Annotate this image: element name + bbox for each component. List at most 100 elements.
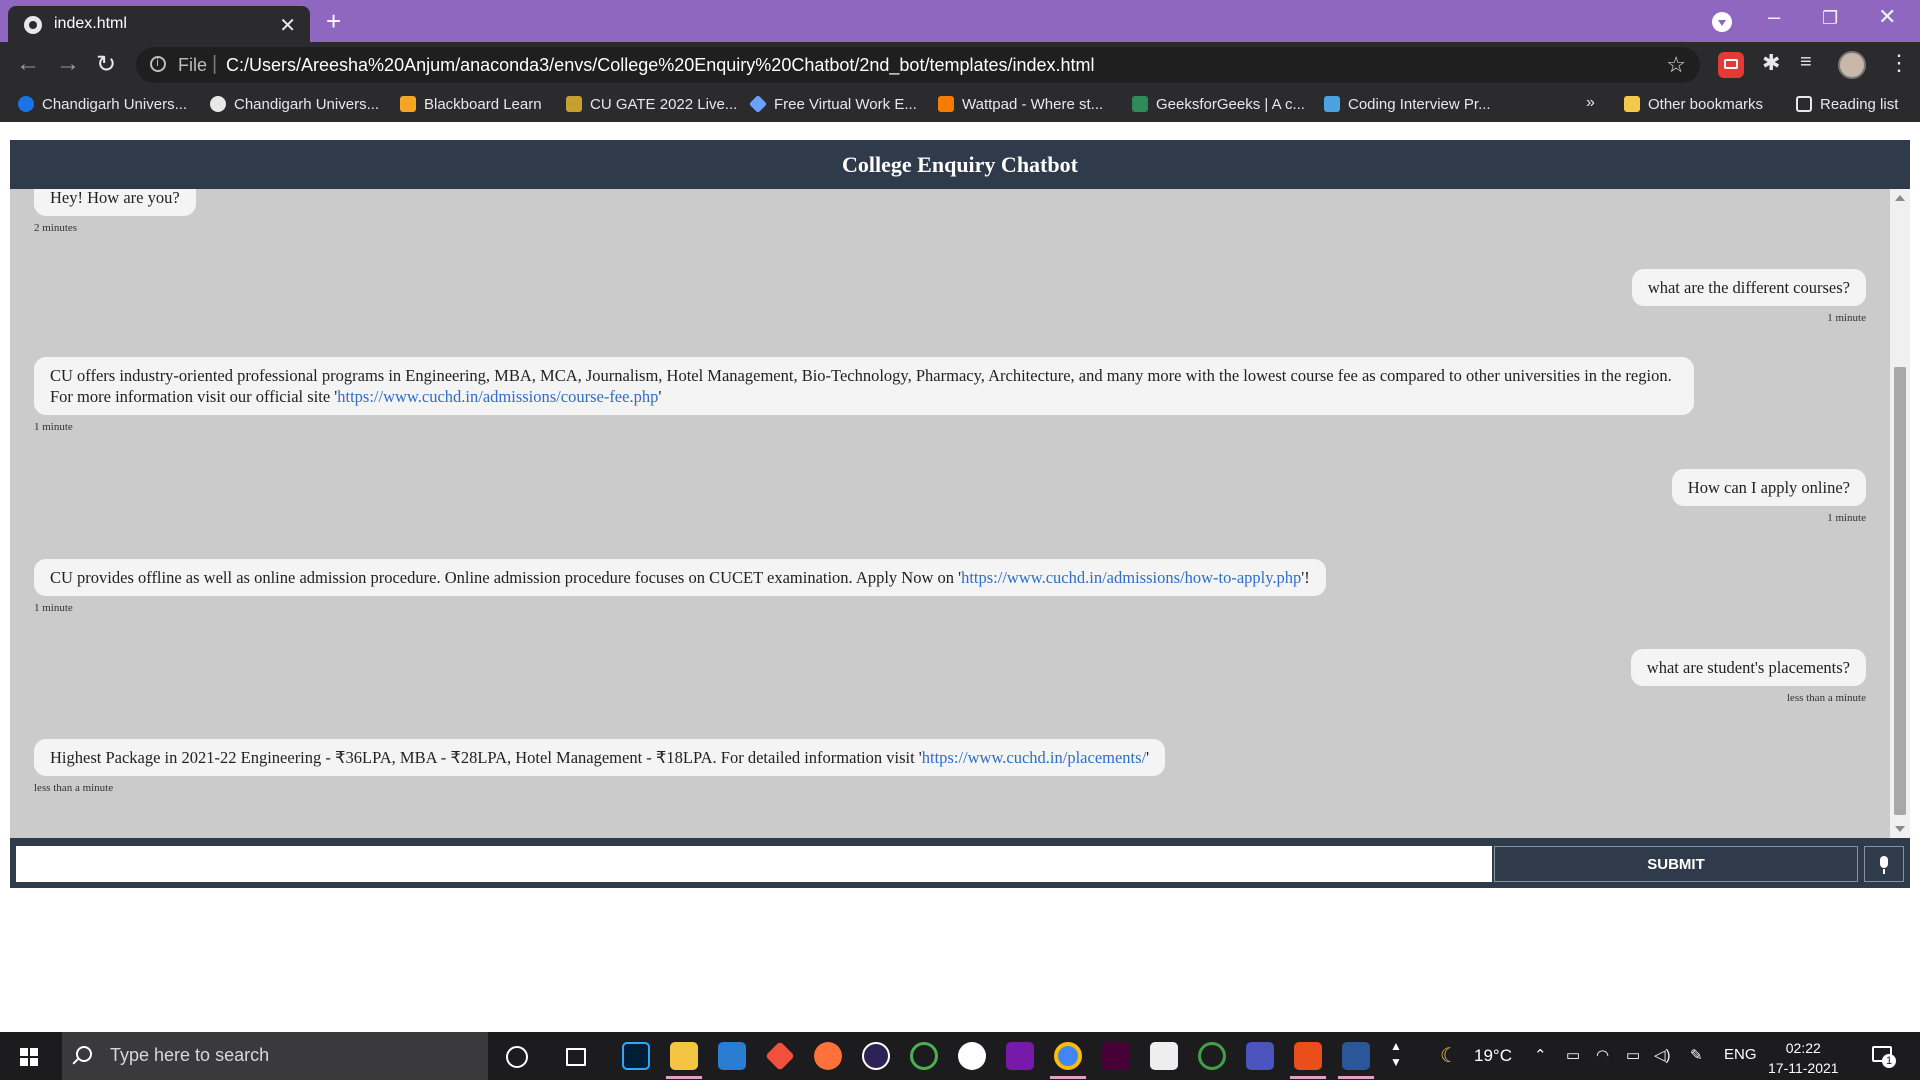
chrome-icon[interactable] — [1054, 1042, 1082, 1070]
minimize-icon[interactable]: – — [1768, 4, 1780, 30]
message-input[interactable] — [16, 846, 1492, 882]
microphone-button[interactable] — [1864, 846, 1904, 882]
tab-title: index.html — [54, 15, 127, 32]
word-icon[interactable] — [1342, 1042, 1370, 1070]
weather-temperature[interactable]: 19°C — [1474, 1046, 1512, 1066]
user-message: what are the different courses? 1 minute — [1631, 269, 1866, 324]
photoshop-icon[interactable] — [622, 1042, 650, 1070]
bookmark-item[interactable]: GeeksforGeeks | A c... — [1132, 96, 1305, 113]
bookmark-item[interactable]: Chandigarh Univers... — [210, 96, 379, 113]
message-bubble: Hey! How are you? — [34, 189, 196, 216]
browser-menu-icon[interactable]: ⋮ — [1888, 50, 1910, 76]
placements-link[interactable]: https://www.cuchd.in/placements/ — [922, 748, 1146, 767]
reading-list-icon — [1796, 96, 1812, 112]
active-indicator — [1338, 1076, 1374, 1079]
task-view-icon[interactable] — [566, 1048, 586, 1066]
globe-icon — [210, 96, 226, 112]
scroll-thumb[interactable] — [1894, 367, 1906, 815]
onenote-icon[interactable] — [1006, 1042, 1034, 1070]
adobe-xd-icon[interactable] — [1102, 1042, 1130, 1070]
file-explorer-icon[interactable] — [670, 1042, 698, 1070]
bot-message: CU provides offline as well as online ad… — [34, 559, 1326, 614]
message-bubble: CU offers industry-oriented professional… — [34, 357, 1694, 415]
chat-scrollbar[interactable] — [1890, 189, 1910, 838]
bot-message: Highest Package in 2021-22 Engineering -… — [34, 739, 1166, 794]
reload-icon[interactable]: ↻ — [96, 50, 116, 79]
wifi-icon[interactable]: ◠ — [1596, 1046, 1609, 1064]
message-time: 2 minutes — [34, 222, 78, 234]
firefox-icon[interactable] — [814, 1042, 842, 1070]
app-w-icon[interactable] — [958, 1042, 986, 1070]
bookmark-item[interactable]: Wattpad - Where st... — [938, 96, 1103, 113]
scroll-up-icon[interactable] — [1895, 195, 1905, 201]
mail-icon[interactable] — [718, 1042, 746, 1070]
close-window-icon[interactable]: ✕ — [1878, 4, 1896, 30]
submit-button[interactable]: SUBMIT — [1494, 846, 1858, 882]
restore-icon[interactable]: ❐ — [1822, 8, 1838, 29]
language-indicator[interactable]: ENG — [1724, 1046, 1757, 1063]
diamond-icon — [748, 94, 768, 114]
teams-icon[interactable] — [1246, 1042, 1274, 1070]
microphone-icon — [1880, 856, 1888, 874]
visual-studio-icon[interactable] — [1150, 1042, 1178, 1070]
other-bookmarks[interactable]: Other bookmarks — [1624, 96, 1763, 113]
app-ec-icon[interactable] — [1294, 1042, 1322, 1070]
active-indicator — [1050, 1076, 1086, 1079]
clock-time: 02:22 — [1785, 1040, 1821, 1056]
new-tab-icon[interactable]: + — [326, 6, 341, 37]
url-scheme: File — [178, 55, 208, 75]
notification-count: 1 — [1882, 1054, 1896, 1068]
taskbar-search[interactable]: Type here to search — [62, 1032, 488, 1080]
weather-moon-icon[interactable]: ☾ — [1440, 1043, 1458, 1068]
scroll-down-icon[interactable] — [1895, 826, 1905, 832]
volume-icon[interactable]: ◁) — [1654, 1046, 1671, 1064]
message-time: less than a minute — [1786, 692, 1866, 704]
bookmark-star-icon[interactable]: ☆ — [1666, 52, 1686, 78]
git-icon[interactable] — [765, 1041, 795, 1071]
media-queue-icon[interactable]: ≡ — [1800, 51, 1826, 77]
cortana-icon[interactable] — [506, 1046, 528, 1068]
taskbar-clock[interactable]: 02:22 17-11-2021 — [1768, 1038, 1839, 1078]
browser-tab-strip: index.html ✕ + – ❐ ✕ — [0, 0, 1920, 42]
chandigarh-c-icon — [18, 96, 34, 112]
more-bookmarks-icon[interactable]: » — [1586, 94, 1595, 112]
search-placeholder: Type here to search — [110, 1045, 270, 1065]
bookmark-item[interactable]: Coding Interview Pr... — [1324, 96, 1491, 113]
windows-start-icon[interactable] — [20, 1048, 38, 1066]
browser-toolbar: ← → ↻ File | C:/Users/Areesha%20Anjum/an… — [0, 42, 1920, 88]
bookmark-item[interactable]: Blackboard Learn — [400, 96, 542, 113]
windows-taskbar: Type here to search ▲ ▼ ☾ 19°C ⌃ ▭ ◠ ▭ ◁)… — [0, 1032, 1920, 1080]
tab-search-icon[interactable] — [1712, 12, 1732, 32]
bookmark-item[interactable]: CU GATE 2022 Live... — [566, 96, 737, 113]
taskbar-scroll-arrows-icon[interactable]: ▲ ▼ — [1390, 1038, 1402, 1070]
browser-tab[interactable]: index.html ✕ — [8, 6, 310, 42]
message-time: 1 minute — [1827, 512, 1866, 524]
address-bar[interactable]: File | C:/Users/Areesha%20Anjum/anaconda… — [136, 47, 1700, 83]
app-ring-icon[interactable] — [910, 1042, 938, 1070]
message-bubble: what are student's placements? — [1630, 649, 1866, 686]
eclipse-icon[interactable] — [862, 1042, 890, 1070]
battery-icon[interactable]: ▭ — [1626, 1046, 1640, 1064]
meet-now-icon[interactable]: ▭ — [1566, 1046, 1580, 1064]
forward-icon[interactable]: → — [56, 50, 80, 78]
active-indicator — [1290, 1076, 1326, 1079]
profile-avatar[interactable] — [1838, 51, 1866, 79]
tray-chevron-icon[interactable]: ⌃ — [1534, 1046, 1547, 1064]
search-icon — [76, 1046, 92, 1062]
close-tab-icon[interactable]: ✕ — [279, 13, 296, 38]
back-icon[interactable]: ← — [16, 50, 40, 78]
app-circle-icon[interactable] — [1198, 1042, 1226, 1070]
reading-list[interactable]: Reading list — [1796, 96, 1898, 113]
pen-icon[interactable]: ✎ — [1690, 1046, 1703, 1064]
how-to-apply-link[interactable]: https://www.cuchd.in/admissions/how-to-a… — [961, 568, 1301, 587]
url-text[interactable]: C:/Users/Areesha%20Anjum/anaconda3/envs/… — [226, 55, 1095, 76]
bookmark-item[interactable]: Free Virtual Work E... — [748, 94, 917, 114]
extension-icon[interactable] — [1718, 52, 1744, 78]
info-icon[interactable] — [150, 56, 166, 72]
user-message: what are student's placements? less than… — [1630, 649, 1866, 704]
bot-message: CU offers industry-oriented professional… — [34, 357, 1694, 433]
bookmark-item[interactable]: Chandigarh Univers... — [18, 96, 187, 113]
course-fee-link[interactable]: https://www.cuchd.in/admissions/course-f… — [337, 387, 658, 406]
extensions-puzzle-icon[interactable]: ✱ — [1762, 50, 1788, 76]
message-bubble: How can I apply online? — [1671, 469, 1866, 506]
